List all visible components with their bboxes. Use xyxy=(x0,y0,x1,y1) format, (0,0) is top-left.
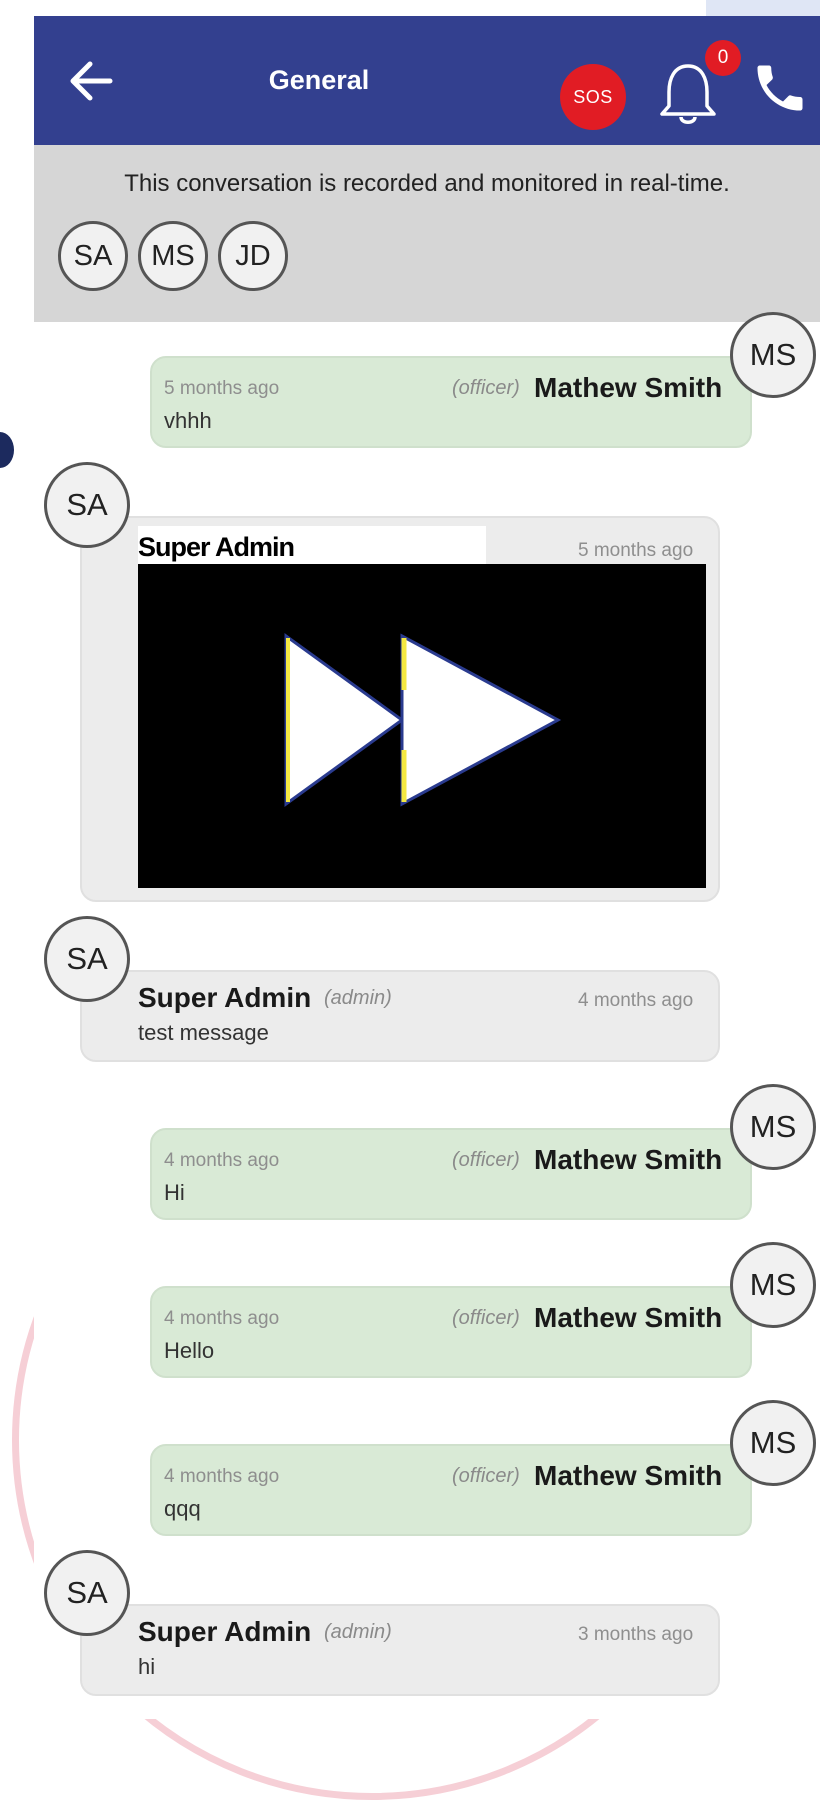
message-role: (officer) xyxy=(452,1307,520,1329)
message-sender: Mathew Smith xyxy=(534,1302,723,1333)
video-thumbnail[interactable] xyxy=(138,564,706,888)
message-sender: Mathew Smith xyxy=(534,1460,723,1491)
message-text: vhhh xyxy=(164,408,212,433)
message-text: Hi xyxy=(164,1180,185,1205)
back-button[interactable] xyxy=(64,54,118,108)
message-time: 3 months ago xyxy=(578,1624,694,1645)
chat-screen: General SOS 0 This conversation is recor… xyxy=(34,16,820,1719)
call-button[interactable] xyxy=(750,58,810,118)
message-role: (officer) xyxy=(452,1465,520,1487)
recording-notice-text: This conversation is recorded and monito… xyxy=(124,170,730,197)
message-time: 5 months ago xyxy=(578,540,694,561)
sender-avatar[interactable]: SA xyxy=(44,916,130,1002)
message-role: (officer) xyxy=(452,377,520,399)
message-text: qqq xyxy=(164,1496,201,1521)
message-sender: Super Admin xyxy=(138,982,312,1013)
message-role: (admin) xyxy=(324,1621,392,1643)
fast-forward-icon xyxy=(284,633,562,807)
message-time: 4 months ago xyxy=(578,990,694,1011)
message-sender: Super Admin xyxy=(138,532,295,562)
sender-avatar[interactable]: SA xyxy=(44,1550,130,1636)
message-sender: Mathew Smith xyxy=(534,1144,723,1175)
message-time: 4 months ago xyxy=(164,1150,280,1171)
sender-avatar[interactable]: MS xyxy=(730,1084,816,1170)
participant-avatar[interactable]: SA xyxy=(58,221,128,291)
message-role: (officer) xyxy=(452,1149,520,1171)
sender-avatar[interactable]: MS xyxy=(730,312,816,398)
participant-avatar[interactable]: MS xyxy=(138,221,208,291)
sender-avatar[interactable]: MS xyxy=(730,1242,816,1328)
message-time: 4 months ago xyxy=(164,1308,280,1329)
message-text: hi xyxy=(138,1654,156,1679)
message-sender: Mathew Smith xyxy=(534,372,723,403)
sender-avatar[interactable]: MS xyxy=(730,1400,816,1486)
message-text: test message xyxy=(138,1020,269,1045)
message-time: 5 months ago xyxy=(164,378,280,399)
sos-button[interactable]: SOS xyxy=(560,64,626,130)
app-header: General SOS 0 xyxy=(34,16,820,145)
arrow-left-icon xyxy=(70,61,113,101)
participant-avatar[interactable]: JD xyxy=(218,221,288,291)
message-role: (admin) xyxy=(324,987,392,1009)
background-dot xyxy=(0,432,14,468)
message-sender: Super Admin xyxy=(138,1616,312,1647)
sender-avatar[interactable]: SA xyxy=(44,462,130,548)
message-time: 4 months ago xyxy=(164,1466,280,1487)
notification-count-badge: 0 xyxy=(705,40,741,76)
page-title: General xyxy=(268,65,370,95)
message-text: Hello xyxy=(164,1338,215,1363)
recording-notice: This conversation is recorded and monito… xyxy=(34,145,820,322)
phone-icon xyxy=(757,65,803,111)
